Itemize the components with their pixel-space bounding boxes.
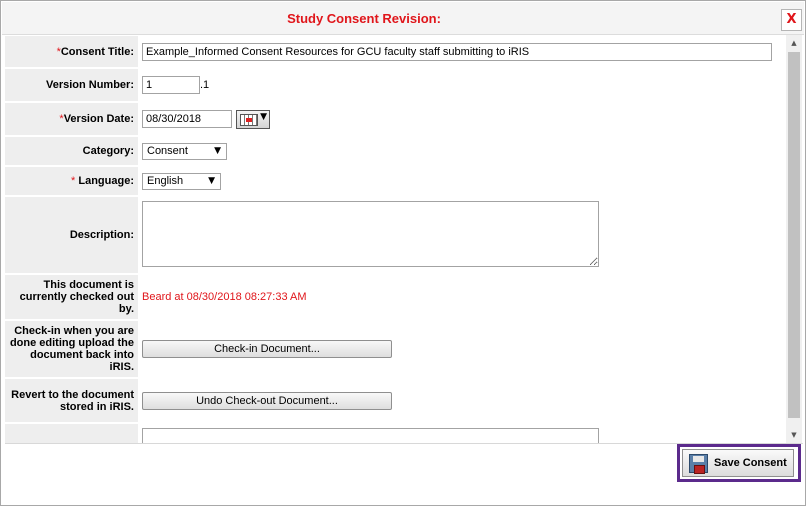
required-mark: * bbox=[71, 175, 76, 187]
description-textarea[interactable] bbox=[142, 200, 599, 267]
calendar-button[interactable]: ▼ bbox=[236, 109, 270, 129]
save-highlight: Save Consent bbox=[677, 444, 801, 482]
chevron-down-icon: ▼ bbox=[214, 145, 221, 156]
row-consent-title: *Consent Title: bbox=[5, 36, 786, 67]
chevron-down-icon: ▼ bbox=[260, 111, 267, 122]
row-check-in: Check-in when you are done editing uploa… bbox=[5, 321, 786, 377]
version-number-suffix: .1 bbox=[200, 79, 210, 91]
chevron-down-icon: ▼ bbox=[208, 175, 215, 186]
study-consent-dialog: Study Consent Revision: X *Consent Title… bbox=[0, 0, 806, 506]
language-selected: English bbox=[147, 174, 184, 187]
row-language: * Language: English ▼ bbox=[5, 167, 786, 195]
partial-row-label bbox=[5, 424, 138, 443]
row-revert: Revert to the document stored in iRIS. U… bbox=[5, 379, 786, 422]
checked-out-value: Beard at 08/30/2018 08:27:33 AM bbox=[142, 291, 307, 303]
row-version-date: *Version Date: ▼ bbox=[5, 103, 786, 135]
close-button[interactable]: X bbox=[781, 9, 802, 31]
version-date-label-text: Version Date: bbox=[63, 113, 134, 125]
consent-title-label-text: Consent Title: bbox=[60, 45, 134, 58]
partial-textarea[interactable] bbox=[142, 428, 599, 443]
check-in-label: Check-in when you are done editing uploa… bbox=[5, 321, 138, 377]
revert-label: Revert to the document stored in iRIS. bbox=[5, 379, 138, 422]
consent-title-input[interactable] bbox=[142, 42, 772, 61]
version-date-label: *Version Date: bbox=[5, 103, 138, 135]
scroll-down-icon[interactable]: ▼ bbox=[786, 427, 802, 443]
vertical-scrollbar[interactable]: ▲ ▼ bbox=[786, 35, 802, 443]
row-checked-out: This document is currently checked out b… bbox=[5, 275, 786, 319]
description-label: Description: bbox=[5, 197, 138, 273]
floppy-disk-icon bbox=[689, 454, 708, 474]
category-selected: Consent bbox=[147, 144, 188, 157]
language-label-text: Language: bbox=[78, 175, 134, 187]
category-select[interactable]: Consent ▼ bbox=[142, 142, 227, 160]
version-number-input[interactable] bbox=[142, 76, 200, 94]
check-in-button[interactable]: Check-in Document... bbox=[142, 340, 392, 358]
calendar-icon bbox=[240, 113, 258, 126]
save-consent-button[interactable]: Save Consent bbox=[682, 449, 794, 477]
consent-form: *Consent Title: Version Number: .1 *Vers… bbox=[5, 35, 786, 443]
version-number-label: Version Number: bbox=[5, 69, 138, 101]
scrollbar-thumb[interactable] bbox=[788, 52, 800, 418]
save-consent-label: Save Consent bbox=[714, 457, 787, 469]
row-description: Description: bbox=[5, 197, 786, 273]
dialog-titlebar: Study Consent Revision: X bbox=[2, 2, 804, 35]
checked-out-label: This document is currently checked out b… bbox=[5, 275, 138, 319]
row-category: Category: Consent ▼ bbox=[5, 137, 786, 165]
form-scroll-area: *Consent Title: Version Number: .1 *Vers… bbox=[5, 35, 786, 443]
row-partial bbox=[5, 424, 786, 443]
row-version-number: Version Number: .1 bbox=[5, 69, 786, 101]
undo-check-out-button[interactable]: Undo Check-out Document... bbox=[142, 391, 392, 410]
language-label: * Language: bbox=[5, 167, 138, 195]
dialog-title: Study Consent Revision: bbox=[287, 11, 441, 26]
consent-title-label: *Consent Title: bbox=[5, 36, 138, 67]
category-label: Category: bbox=[5, 137, 138, 165]
version-date-input[interactable] bbox=[142, 109, 232, 128]
scroll-up-icon[interactable]: ▲ bbox=[786, 35, 802, 51]
language-select[interactable]: English ▼ bbox=[142, 172, 221, 190]
